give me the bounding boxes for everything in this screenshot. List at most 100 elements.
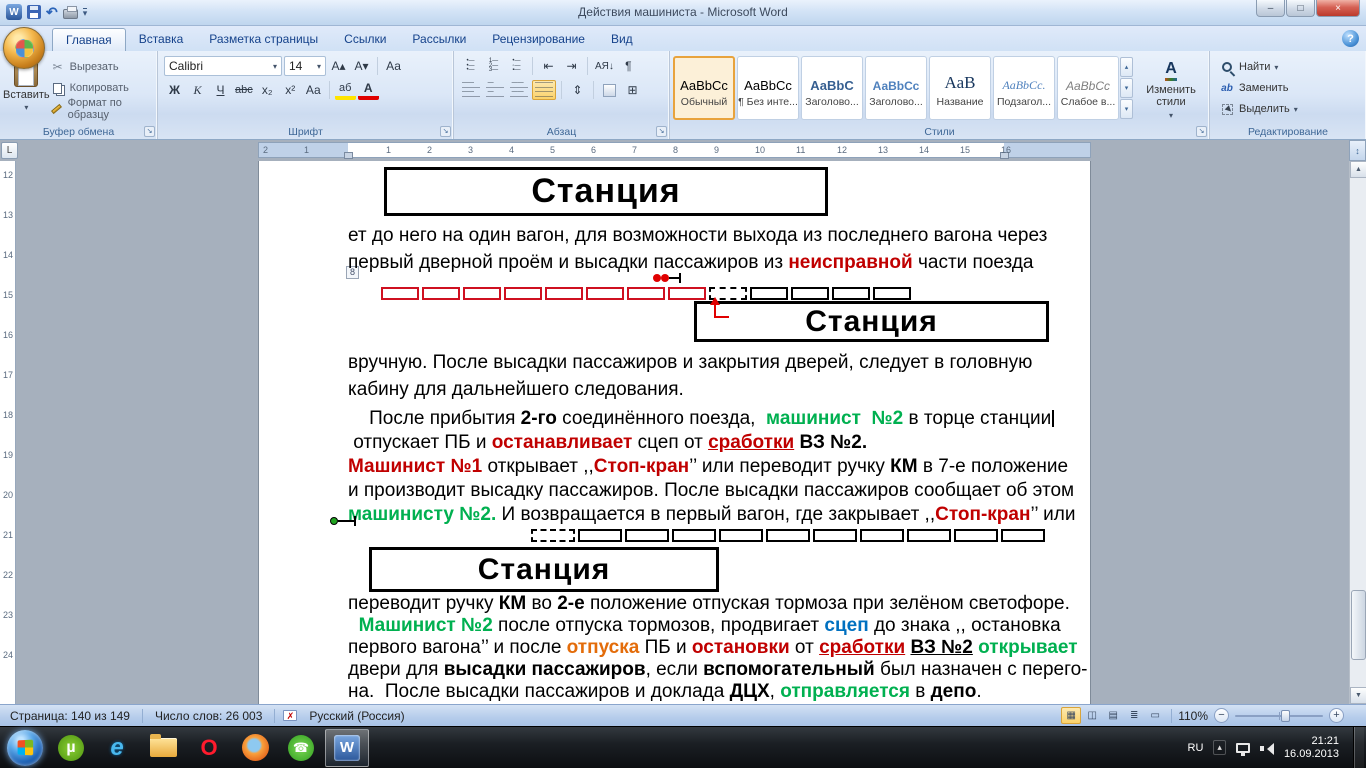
style-normal[interactable]: АаBbСс Обычный <box>673 56 735 120</box>
maximize-button[interactable]: □ <box>1286 0 1315 17</box>
style-heading1[interactable]: АаBbС Заголово... <box>801 56 863 120</box>
shading-button[interactable] <box>599 80 620 100</box>
tab-page-layout[interactable]: Разметка страницы <box>196 28 331 51</box>
paragraph-block[interactable]: вручную. После высадки пассажиров и закр… <box>348 349 1032 403</box>
office-button[interactable] <box>3 27 45 69</box>
styles-dialog-launcher[interactable] <box>1196 126 1207 137</box>
proofing-icon[interactable]: ✗ <box>283 710 298 721</box>
vertical-ruler[interactable]: 12 13 14 15 16 17 18 19 20 21 22 23 24 <box>0 161 16 704</box>
word-count[interactable]: Число слов: 26 003 <box>151 709 266 723</box>
tab-mailings[interactable]: Рассылки <box>399 28 479 51</box>
page-indicator[interactable]: Страница: 140 из 149 <box>6 709 134 723</box>
web-layout-view-button[interactable]: ▤ <box>1103 707 1123 724</box>
opera-icon[interactable]: O <box>187 729 231 767</box>
explorer-icon[interactable] <box>141 729 185 767</box>
align-left-button[interactable]: —— ——— —— ——— <box>460 80 482 100</box>
style-subtitle[interactable]: АаBbСс. Подзагол... <box>993 56 1055 120</box>
scroll-down-button[interactable]: ▼ <box>1350 687 1366 704</box>
tab-selector[interactable]: L <box>1 142 18 159</box>
align-center-button[interactable]: — ——— — ——— <box>484 80 506 100</box>
outline-view-button[interactable]: ≣ <box>1124 707 1144 724</box>
tab-view[interactable]: Вид <box>598 28 646 51</box>
scrollbar-thumb[interactable] <box>1351 590 1366 660</box>
font-dialog-launcher[interactable] <box>440 126 451 137</box>
fullscreen-reading-view-button[interactable]: ◫ <box>1082 707 1102 724</box>
word-taskbar-icon[interactable]: W <box>325 728 369 767</box>
print-layout-view-button[interactable]: ▦ <box>1061 707 1082 724</box>
bold-button[interactable]: Ж <box>164 80 185 100</box>
line-spacing-button[interactable]: ⇕ <box>567 80 588 100</box>
close-button[interactable]: × <box>1316 0 1360 17</box>
cut-button[interactable]: ✂ Вырезать <box>50 58 154 76</box>
grow-font-button[interactable]: А▴ <box>328 56 349 76</box>
change-styles-button[interactable]: А Изменить стили ▾ <box>1138 54 1204 124</box>
ruler-toggle-button[interactable]: ↕ <box>1349 140 1366 161</box>
ie-icon[interactable]: e <box>95 729 139 767</box>
style-no-spacing[interactable]: АаBbСс ¶ Без инте... <box>737 56 799 120</box>
tab-insert[interactable]: Вставка <box>126 28 197 51</box>
zoom-slider-thumb[interactable] <box>1280 709 1290 722</box>
gallery-up-button[interactable]: ▴ <box>1120 57 1133 77</box>
clock[interactable]: 21:21 16.09.2013 <box>1284 735 1343 761</box>
style-title[interactable]: АаВ Название <box>929 56 991 120</box>
subscript-button[interactable]: х₂ <box>257 80 278 100</box>
justify-button[interactable]: ——— ——— ——— ——— <box>532 80 556 100</box>
superscript-button[interactable]: х² <box>280 80 301 100</box>
select-button[interactable]: Выделить ▾ <box>1219 100 1363 118</box>
tab-home[interactable]: Главная <box>52 28 126 51</box>
underline-button[interactable]: Ч <box>210 80 231 100</box>
format-painter-button[interactable]: Формат по образцу <box>50 97 154 121</box>
draft-view-button[interactable]: ▭ <box>1145 707 1165 724</box>
strikethrough-button[interactable]: abc <box>233 80 255 100</box>
minimize-button[interactable]: – <box>1256 0 1285 17</box>
vertical-scrollbar[interactable]: ▲ ▼ <box>1349 161 1366 704</box>
copy-button[interactable]: Копировать <box>50 79 154 97</box>
show-desktop-button[interactable] <box>1353 726 1364 768</box>
align-right-button[interactable]: —— ——— —— ——— <box>508 80 530 100</box>
numbering-button[interactable]: 1— 2— 3— <box>483 56 504 76</box>
font-name-select[interactable]: Calibri ▾ <box>164 56 282 76</box>
document-page[interactable]: Станция ет до него на один вагон, для воз… <box>258 161 1091 704</box>
language-tray-indicator[interactable]: RU <box>1188 742 1204 754</box>
font-size-select[interactable]: 14 ▾ <box>284 56 326 76</box>
horizontal-ruler[interactable]: 1 2 3 4 5 6 7 8 9 10 11 12 13 14 15 16 1 2 <box>258 142 1091 159</box>
style-subtle-emphasis[interactable]: АаBbСс Слабое в... <box>1057 56 1119 120</box>
hidden-icons-button[interactable]: ▴ <box>1213 740 1226 755</box>
zoom-slider[interactable] <box>1235 709 1323 722</box>
font-color-button[interactable]: А <box>357 80 379 100</box>
multilevel-list-button[interactable]: •— ◦— ▪— <box>506 56 527 76</box>
paragraph-block[interactable]: переводит ручку КМ во 2-е положение отпу… <box>348 593 1087 703</box>
zoom-out-button[interactable]: − <box>1214 708 1229 723</box>
clipboard-dialog-launcher[interactable] <box>144 126 155 137</box>
zoom-level[interactable]: 110% <box>1178 709 1208 723</box>
volume-icon[interactable] <box>1259 742 1274 755</box>
shrink-font-button[interactable]: А▾ <box>351 56 372 76</box>
borders-button[interactable]: ⊞ <box>622 80 643 100</box>
sort-button[interactable]: АЯ↓ <box>593 56 616 76</box>
italic-button[interactable]: К <box>187 80 208 100</box>
tab-review[interactable]: Рецензирование <box>479 28 598 51</box>
bullets-button[interactable]: •— •— •— <box>460 56 481 76</box>
scroll-up-button[interactable]: ▲ <box>1350 161 1366 178</box>
left-indent-marker[interactable] <box>344 152 353 159</box>
gallery-more-button[interactable]: ▾ <box>1120 99 1133 119</box>
start-button[interactable] <box>3 729 47 767</box>
utorrent-icon[interactable]: µ <box>49 729 93 767</box>
highlight-button[interactable]: аб <box>334 80 356 100</box>
language-indicator[interactable]: Русский (Россия) <box>305 709 408 723</box>
firefox-icon[interactable] <box>233 729 277 767</box>
change-case-button[interactable]: Аа <box>303 80 324 100</box>
paragraph-block[interactable]: После прибытия 2-го соединённого поезда,… <box>348 407 1075 527</box>
paragraph-dialog-launcher[interactable] <box>656 126 667 137</box>
decrease-indent-button[interactable]: ⇤ <box>538 56 559 76</box>
replace-button[interactable]: ab Заменить <box>1219 79 1363 97</box>
clear-formatting-button[interactable]: Аа <box>383 56 404 76</box>
network-icon[interactable] <box>1235 742 1250 756</box>
tab-references[interactable]: Ссылки <box>331 28 399 51</box>
paragraph-block[interactable]: ет до него на один вагон, для возможност… <box>348 222 1047 276</box>
messenger-icon[interactable]: ☎ <box>279 729 323 767</box>
style-heading2[interactable]: АаBbСс Заголово... <box>865 56 927 120</box>
zoom-in-button[interactable]: + <box>1329 708 1344 723</box>
help-button[interactable]: ? <box>1342 30 1359 47</box>
increase-indent-button[interactable]: ⇥ <box>561 56 582 76</box>
